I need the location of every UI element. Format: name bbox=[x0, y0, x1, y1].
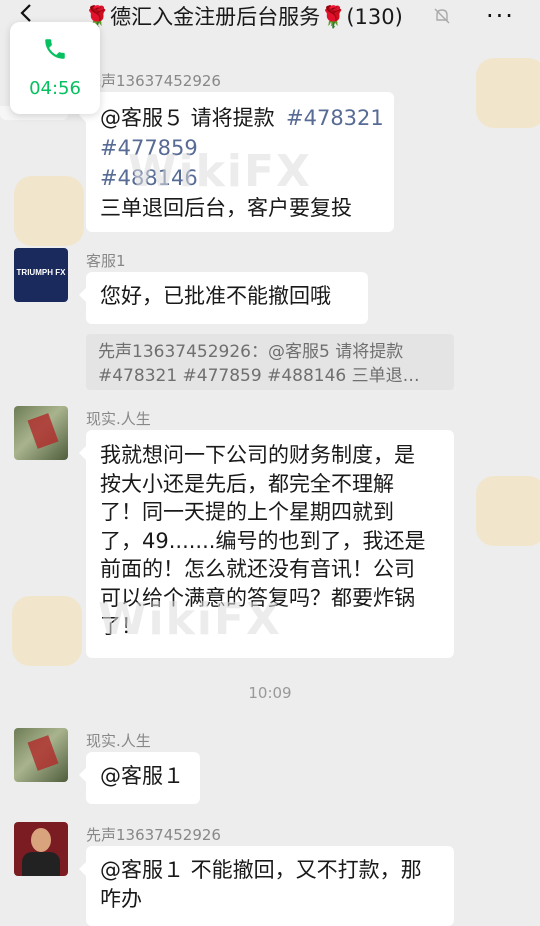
order-link[interactable]: #478321 bbox=[286, 104, 384, 133]
avatar[interactable]: TRIUMPH FX bbox=[14, 248, 68, 302]
message-line: @客服１ bbox=[100, 764, 184, 788]
message-line: 了！同一天提的上个星期四就到 bbox=[100, 500, 394, 524]
phone-icon bbox=[45, 39, 65, 59]
back-arrow-icon[interactable] bbox=[16, 2, 38, 24]
message-line: 您好，已批准不能撤回哦 bbox=[100, 284, 331, 308]
avatar-head bbox=[31, 828, 51, 852]
sender-name: 现实.人生 bbox=[86, 410, 151, 428]
voice-call-floating-window[interactable]: 04:56 bbox=[10, 22, 100, 114]
sender-name: 先声13637452926 bbox=[86, 72, 221, 90]
quote-line: 先声13637452926：@客服5 请将提款 bbox=[98, 342, 404, 362]
message-line: 了，49.......编号的也到了，我还是 bbox=[100, 528, 426, 553]
message-line: 我就想问一下公司的财务制度，是 bbox=[100, 443, 415, 467]
watermark-text: WikiFX bbox=[128, 146, 312, 197]
message-line: 三单退回后台，客户要复投 bbox=[100, 196, 352, 220]
avatar[interactable] bbox=[14, 406, 68, 460]
triumph-fx-logo: TRIUMPH FX bbox=[16, 268, 66, 277]
sender-name: 先声13637452926 bbox=[86, 826, 221, 844]
message-bubble[interactable]: @客服１ 不能撤回，又不打款，那 咋办 bbox=[79, 846, 454, 926]
call-duration: 04:56 bbox=[29, 78, 81, 99]
message-bubble[interactable]: 您好，已批准不能撤回哦 bbox=[79, 272, 368, 324]
rose-icon: 🌹 bbox=[320, 5, 347, 29]
watermark-badge bbox=[476, 58, 540, 128]
avatar-body bbox=[22, 852, 60, 876]
more-options-icon[interactable]: ··· bbox=[486, 4, 515, 28]
message-line: 按大小还是先后，都完全不理解 bbox=[100, 471, 394, 496]
group-name: 德汇入金注册后台服务 bbox=[110, 5, 321, 29]
mute-bell-icon bbox=[434, 8, 450, 24]
message-line: @客服５ 请将提款 bbox=[100, 106, 275, 130]
quote-line: #478321 #477859 #488146 三单退… bbox=[98, 366, 420, 386]
watermark-badge bbox=[14, 176, 84, 246]
message-line: @客服１ 不能撤回，又不打款，那 bbox=[100, 858, 422, 882]
avatar-decoration bbox=[27, 735, 59, 771]
member-count: (130) bbox=[346, 5, 403, 29]
watermark-text: WikiFX bbox=[98, 594, 282, 645]
timestamp-separator: 10:09 bbox=[248, 684, 292, 702]
avatar[interactable] bbox=[14, 728, 68, 782]
watermark-badge bbox=[12, 596, 82, 666]
message-line: 咋办 bbox=[100, 886, 142, 911]
message-bubble[interactable]: @客服１ bbox=[79, 752, 200, 804]
message-line: 前面的！怎么就还没有音讯！公司 bbox=[100, 557, 415, 581]
sender-name: 现实.人生 bbox=[86, 732, 151, 750]
chat-title: 🌹德汇入金注册后台服务🌹(130) bbox=[84, 4, 403, 30]
avatar[interactable] bbox=[14, 822, 68, 876]
sender-name: 客服1 bbox=[86, 252, 126, 270]
quoted-message[interactable]: 先声13637452926：@客服5 请将提款 #478321 #477859 … bbox=[86, 334, 454, 390]
watermark-badge bbox=[476, 476, 540, 546]
avatar-decoration bbox=[27, 413, 59, 449]
